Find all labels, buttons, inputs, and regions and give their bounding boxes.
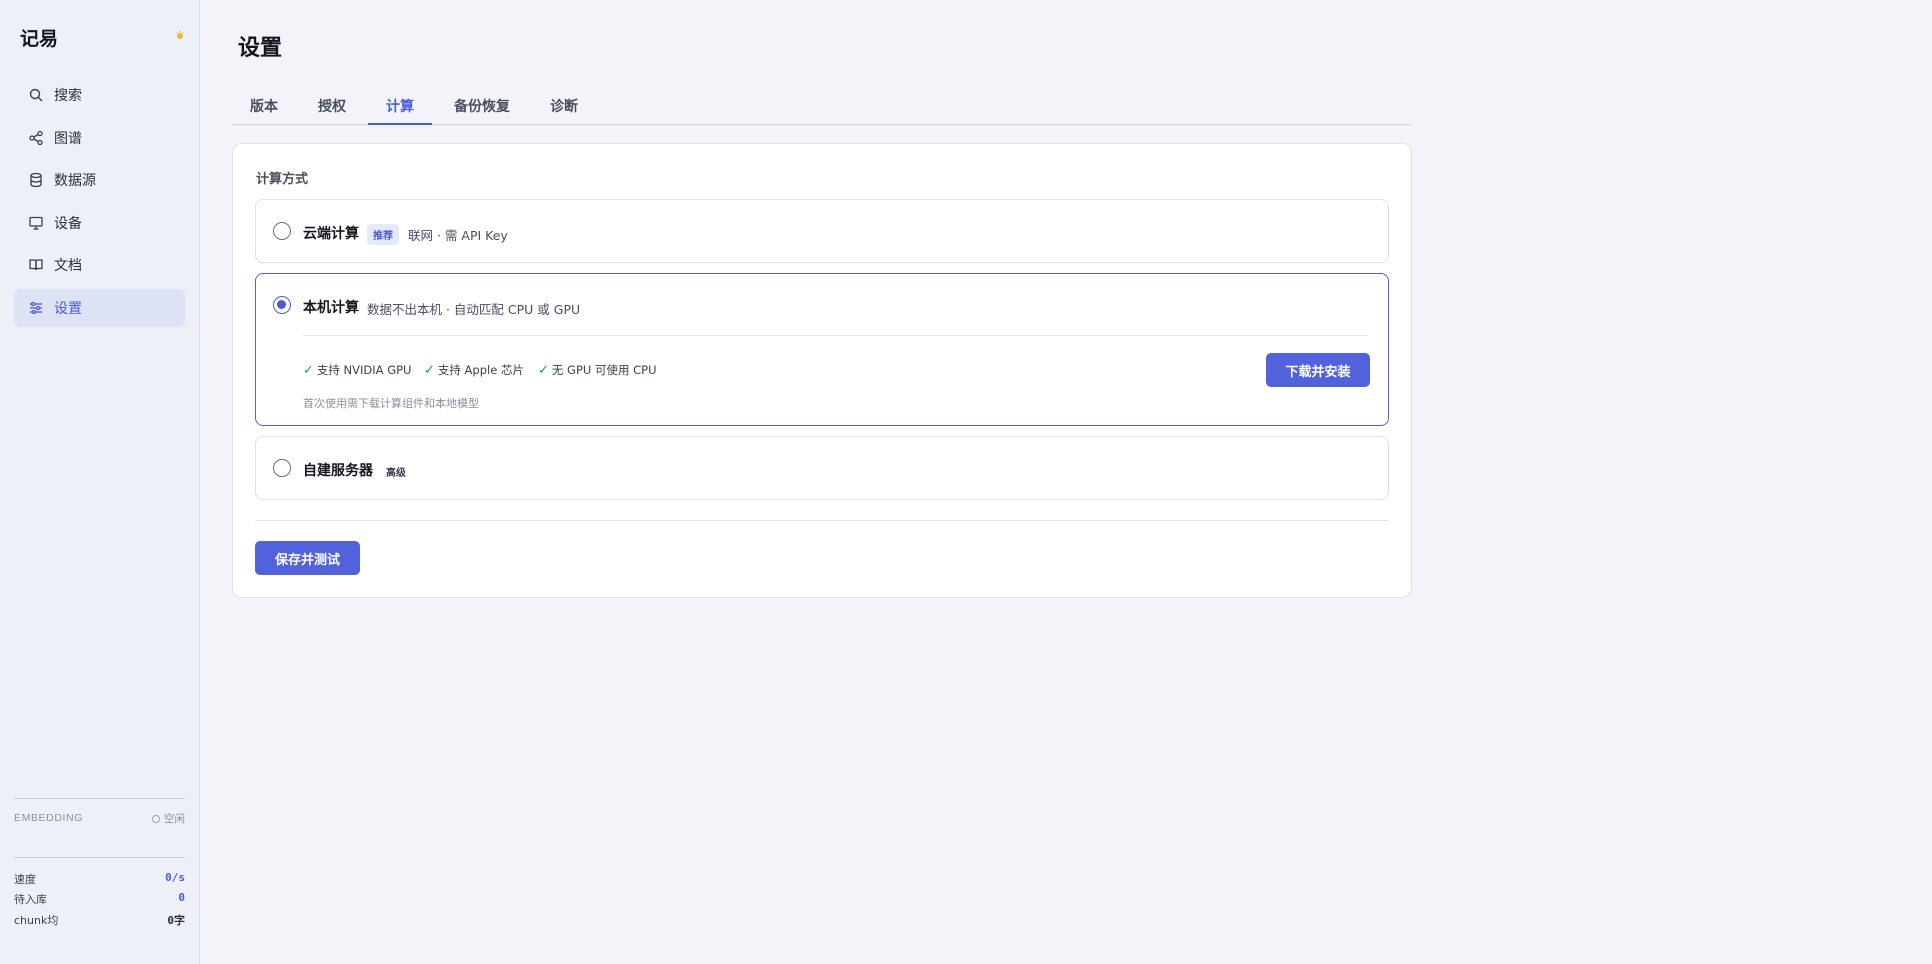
sidebar-divider xyxy=(14,798,185,799)
sidebar-item-settings[interactable]: 设置 xyxy=(14,288,185,327)
radio-cloud[interactable] xyxy=(273,222,291,240)
sidebar-item-label: 文档 xyxy=(54,258,82,274)
check-icon: ✓ xyxy=(538,362,549,378)
option-title: 云端计算 xyxy=(303,226,359,242)
sidebar: 记易 搜索 图谱 数据源 设备 文档 设置 EMBEDDING 空闲 速度 0/… xyxy=(0,0,200,964)
search-icon xyxy=(28,87,44,103)
embedding-status: 空闲 xyxy=(152,811,185,826)
advanced-badge: 高级 xyxy=(386,468,406,479)
tab-license[interactable]: 授权 xyxy=(300,90,364,125)
database-icon xyxy=(28,172,44,188)
check-icon: ✓ xyxy=(303,362,314,378)
option-server[interactable]: 自建服务器 高级 xyxy=(255,436,1389,500)
page-title: 设置 xyxy=(238,36,283,61)
download-hint: 首次使用需下载计算组件和本地模型 xyxy=(303,397,479,410)
feature-apple: ✓ 支持 Apple 芯片 xyxy=(424,362,524,378)
stat-pending: 待入库 0 xyxy=(14,891,185,907)
status-dot-icon xyxy=(152,814,160,823)
tab-version[interactable]: 版本 xyxy=(232,90,296,125)
radio-server[interactable] xyxy=(273,459,291,477)
save-test-button[interactable]: 保存并测试 xyxy=(255,541,360,575)
radio-local[interactable] xyxy=(273,296,291,314)
sidebar-item-search[interactable]: 搜索 xyxy=(14,76,185,114)
embedding-label: EMBEDDING xyxy=(14,812,83,824)
sidebar-item-docs[interactable]: 文档 xyxy=(14,246,185,284)
sidebar-item-label: 数据源 xyxy=(54,173,96,189)
sidebar-item-label: 设置 xyxy=(54,300,82,317)
sidebar-item-devices[interactable]: 设备 xyxy=(14,204,185,242)
sidebar-item-label: 设备 xyxy=(54,215,82,232)
option-desc: 联网 · 需 API Key xyxy=(408,228,508,243)
graph-icon xyxy=(28,130,44,146)
option-title: 本机计算 xyxy=(303,300,359,316)
sidebar-item-label: 搜索 xyxy=(54,88,82,104)
option-cloud[interactable]: 云端计算 推荐 联网 · 需 API Key xyxy=(255,199,1389,263)
check-icon: ✓ xyxy=(424,362,435,378)
compute-settings-card: 计算方式 云端计算 推荐 联网 · 需 API Key 本机计算 数据不出本机 … xyxy=(232,143,1412,598)
tab-backup[interactable]: 备份恢复 xyxy=(436,90,528,125)
feature-nvidia: ✓ 支持 NVIDIA GPU xyxy=(303,362,411,378)
embedding-status-text: 空闲 xyxy=(164,813,185,825)
option-divider xyxy=(303,335,1368,336)
recommended-badge: 推荐 xyxy=(367,224,399,245)
option-local[interactable]: 本机计算 数据不出本机 · 自动匹配 CPU 或 GPU ✓ 支持 NVIDIA… xyxy=(255,273,1389,426)
tab-compute[interactable]: 计算 xyxy=(368,90,432,125)
download-install-button[interactable]: 下载并安装 xyxy=(1266,353,1370,387)
stat-value: 0 xyxy=(178,891,185,904)
option-title: 自建服务器 xyxy=(303,463,373,479)
sidebar-divider xyxy=(14,857,185,858)
tab-diagnostics[interactable]: 诊断 xyxy=(532,90,596,125)
card-divider xyxy=(255,520,1389,521)
settings-tabs: 版本 授权 计算 备份恢复 诊断 xyxy=(232,90,1412,125)
book-icon xyxy=(28,257,44,273)
sidebar-item-graph[interactable]: 图谱 xyxy=(14,119,185,157)
stat-label: 速度 xyxy=(14,873,36,886)
monitor-icon xyxy=(28,215,44,231)
sliders-icon xyxy=(28,300,44,316)
sidebar-item-label: 图谱 xyxy=(54,130,82,147)
option-desc: 数据不出本机 · 自动匹配 CPU 或 GPU xyxy=(367,302,581,317)
stat-chunk-avg: chunk均 0字 xyxy=(14,912,185,928)
stat-label: chunk均 xyxy=(14,914,59,927)
stat-value: 0字 xyxy=(167,914,185,927)
feature-label: 无 GPU 可使用 CPU xyxy=(551,363,657,377)
stat-value: 0/s xyxy=(165,871,185,884)
sidebar-nav: 搜索 图谱 数据源 设备 文档 设置 xyxy=(14,76,185,331)
brand-logo: 记易 xyxy=(20,28,59,50)
feature-label: 支持 Apple 芯片 xyxy=(437,363,524,377)
sun-icon[interactable] xyxy=(175,30,185,40)
stat-label: 待入库 xyxy=(14,893,47,906)
stat-speed: 速度 0/s xyxy=(14,871,185,887)
feature-cpu: ✓ 无 GPU 可使用 CPU xyxy=(538,362,657,378)
feature-label: 支持 NVIDIA GPU xyxy=(316,363,412,377)
sidebar-item-datasource[interactable]: 数据源 xyxy=(14,161,185,199)
section-label: 计算方式 xyxy=(256,172,309,187)
